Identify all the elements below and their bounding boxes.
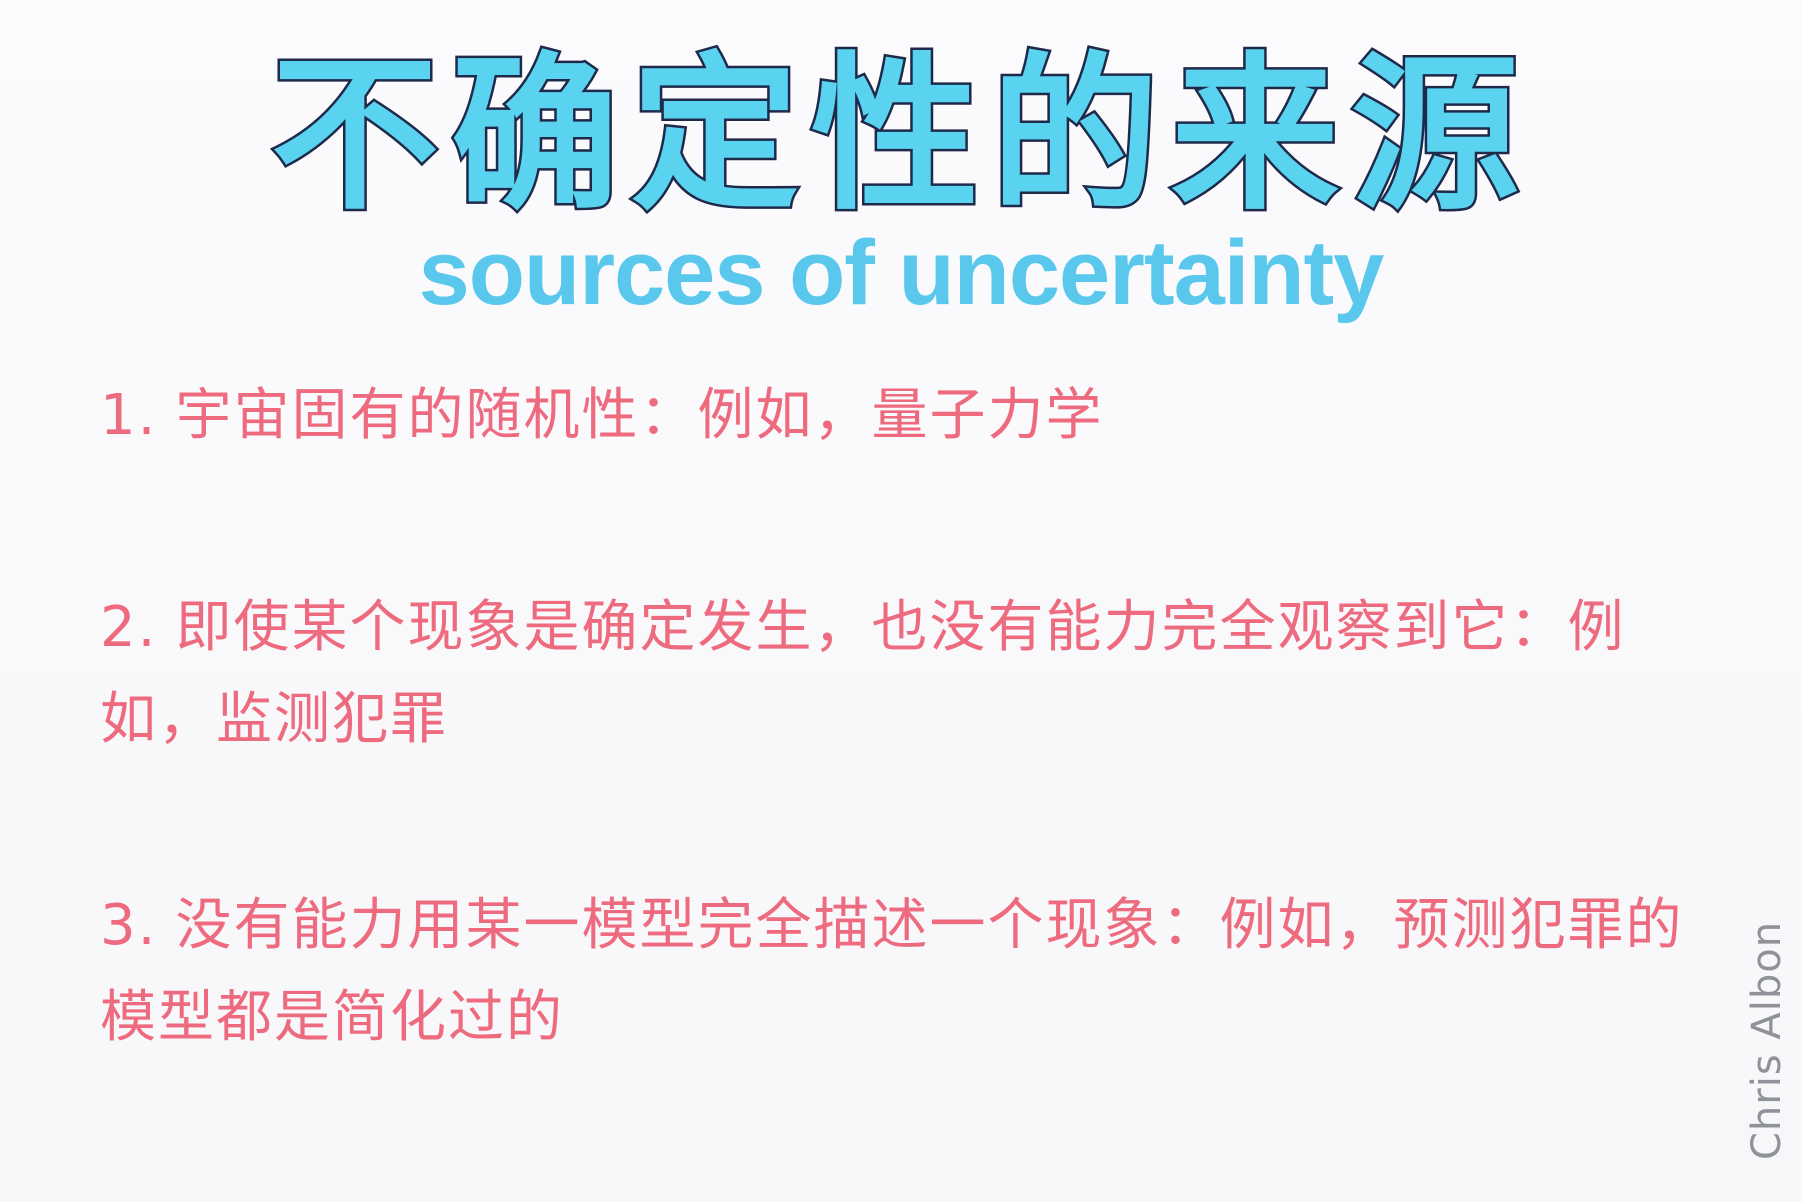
flashcard: 不确定性的来源 sources of uncertainty 1. 宇宙固有的随机…: [0, 0, 1802, 1202]
list-item: 1. 宇宙固有的随机性：例如，量子力学: [100, 370, 1700, 462]
list-item-text: 没有能力用某一模型完全描述一个现象：例如，预测犯罪的模型都是简化过的: [100, 893, 1684, 1050]
title-english: sources of uncertainty: [418, 222, 1385, 324]
list-item-text: 宇宙固有的随机性：例如，量子力学: [175, 383, 1104, 448]
list-item: 3. 没有能力用某一模型完全描述一个现象：例如，预测犯罪的模型都是简化过的: [100, 880, 1700, 1064]
title-chinese: 不确定性的来源: [269, 37, 1531, 233]
author-signature: Chris Albon: [1744, 920, 1790, 1160]
list-item: 2. 即使某个现象是确定发生，也没有能力完全观察到它：例如，监测犯罪: [100, 582, 1700, 766]
list-item-number: 2.: [100, 595, 158, 660]
list-item-text: 即使某个现象是确定发生，也没有能力完全观察到它：例如，监测犯罪: [100, 595, 1626, 752]
list-item-number: 3.: [100, 893, 158, 958]
list-item-number: 1.: [100, 383, 158, 448]
